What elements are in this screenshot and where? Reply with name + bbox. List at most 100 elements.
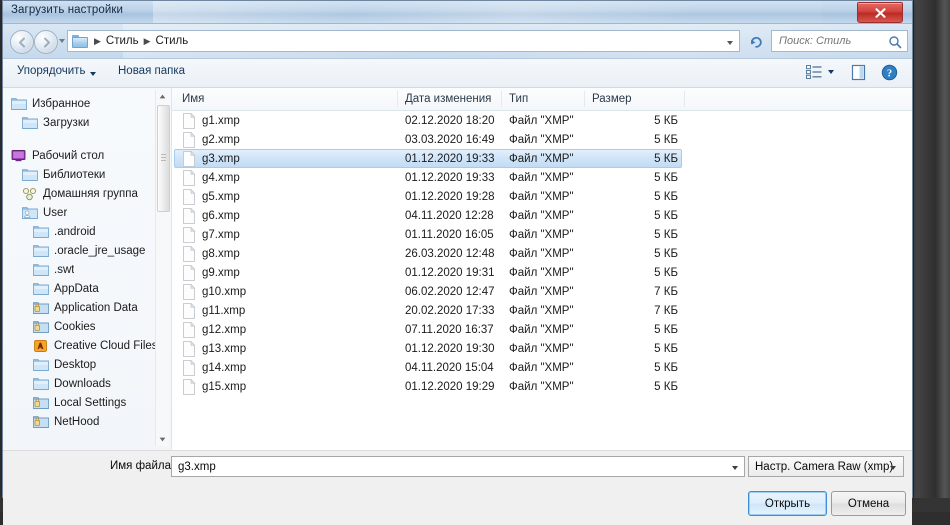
new-folder-button[interactable]: Новая папка bbox=[118, 65, 185, 77]
organize-dropdown-icon[interactable] bbox=[90, 72, 96, 76]
scroll-up-arrow[interactable] bbox=[156, 90, 169, 103]
dialog-content: Избранное Загрузки Рабочий стол Библиотеки Д… bbox=[3, 88, 912, 450]
cell-name: g3.xmp bbox=[182, 150, 240, 167]
file-rows: g1.xmp 02.12.2020 18:20 Файл "XMP" 5 КБ g2.x… bbox=[172, 111, 912, 396]
filetype-select[interactable]: Настр. Camera Raw (xmp) bbox=[748, 456, 904, 477]
cell-name: g7.xmp bbox=[182, 226, 240, 243]
scroll-down-arrow[interactable] bbox=[156, 433, 169, 446]
navigation-scrollbar[interactable] bbox=[155, 90, 170, 446]
cell-type: Файл "XMP" bbox=[509, 133, 574, 146]
breadcrumb-item-1[interactable]: Стиль bbox=[154, 35, 191, 47]
table-row[interactable]: g12.xmp 07.11.2020 16:37 Файл "XMP" 5 КБ bbox=[172, 320, 912, 339]
cell-type: Файл "XMP" bbox=[509, 171, 574, 184]
cell-date: 04.11.2020 15:04 bbox=[405, 361, 494, 374]
table-row[interactable]: g2.xmp 03.03.2020 16:49 Файл "XMP" 5 КБ bbox=[172, 130, 912, 149]
sidebar-item-9[interactable]: .swt bbox=[3, 260, 171, 279]
sidebar-item-5[interactable]: Домашняя группа bbox=[3, 184, 171, 203]
table-row[interactable]: g1.xmp 02.12.2020 18:20 Файл "XMP" 5 КБ bbox=[172, 111, 912, 130]
filename-field[interactable] bbox=[171, 456, 745, 477]
breadcrumb[interactable]: ▶ Стиль ▶ Стиль bbox=[67, 30, 740, 52]
organize-button[interactable]: Упорядочить bbox=[17, 65, 85, 77]
table-row[interactable]: g10.xmp 06.02.2020 12:47 Файл "XMP" 7 КБ bbox=[172, 282, 912, 301]
sidebar-item-label: .android bbox=[54, 225, 96, 238]
sidebar-item-10[interactable]: AppData bbox=[3, 279, 171, 298]
cell-type: Файл "XMP" bbox=[509, 285, 574, 298]
table-row[interactable]: g6.xmp 04.11.2020 12:28 Файл "XMP" 5 КБ bbox=[172, 206, 912, 225]
sidebar-item-3[interactable]: Рабочий стол bbox=[3, 146, 171, 165]
search-input[interactable] bbox=[777, 31, 893, 51]
cell-name: g8.xmp bbox=[182, 245, 240, 262]
cell-date: 01.12.2020 19:33 bbox=[405, 171, 495, 184]
view-mode-button[interactable] bbox=[806, 64, 834, 80]
column-header-size[interactable]: Размер bbox=[592, 93, 632, 105]
sidebar-item-6[interactable]: User bbox=[3, 203, 171, 222]
help-button[interactable]: ? bbox=[881, 64, 898, 86]
cell-size: 5 КБ bbox=[654, 247, 678, 260]
file-icon bbox=[182, 150, 196, 167]
view-mode-dropdown-icon[interactable] bbox=[828, 70, 834, 74]
preview-pane-button[interactable] bbox=[850, 64, 867, 86]
cell-type: Файл "XMP" bbox=[509, 152, 574, 165]
back-button[interactable] bbox=[10, 30, 34, 54]
file-name-text: g2.xmp bbox=[202, 133, 240, 146]
sidebar-item-13[interactable]: Creative Cloud Files bbox=[3, 336, 171, 355]
table-row[interactable]: g9.xmp 01.12.2020 19:31 Файл "XMP" 5 КБ bbox=[172, 263, 912, 282]
sidebar-item-0[interactable]: Избранное bbox=[3, 94, 171, 113]
close-button[interactable] bbox=[857, 2, 903, 23]
table-row[interactable]: g8.xmp 26.03.2020 12:48 Файл "XMP" 5 КБ bbox=[172, 244, 912, 263]
table-row[interactable]: g3.xmp 01.12.2020 19:33 Файл "XMP" 5 КБ bbox=[172, 149, 912, 168]
cell-size: 5 КБ bbox=[654, 342, 678, 355]
table-row[interactable]: g7.xmp 01.11.2020 16:05 Файл "XMP" 5 КБ bbox=[172, 225, 912, 244]
column-header-name[interactable]: Имя bbox=[182, 93, 204, 105]
sidebar-item-label: Desktop bbox=[54, 358, 97, 371]
cell-type: Файл "XMP" bbox=[509, 247, 574, 260]
cell-name: g12.xmp bbox=[182, 321, 246, 338]
table-row[interactable]: g11.xmp 20.02.2020 17:33 Файл "XMP" 7 КБ bbox=[172, 301, 912, 320]
cell-name: g4.xmp bbox=[182, 169, 240, 186]
cell-size: 5 КБ bbox=[654, 114, 678, 127]
filename-input[interactable] bbox=[176, 459, 728, 474]
sidebar-item-12[interactable]: Cookies bbox=[3, 317, 171, 336]
table-row[interactable]: g14.xmp 04.11.2020 15:04 Файл "XMP" 5 КБ bbox=[172, 358, 912, 377]
user-folder-icon bbox=[22, 206, 38, 220]
forward-button[interactable] bbox=[34, 30, 58, 54]
sidebar-item-4[interactable]: Библиотеки bbox=[3, 165, 171, 184]
table-row[interactable]: g13.xmp 01.12.2020 19:30 Файл "XMP" 5 КБ bbox=[172, 339, 912, 358]
search-box[interactable] bbox=[771, 30, 908, 52]
folder-icon bbox=[22, 116, 38, 130]
navigation-scrollbar-thumb[interactable] bbox=[157, 105, 170, 212]
file-name-text: g1.xmp bbox=[202, 114, 240, 127]
sidebar-item-label: Домашняя группа bbox=[43, 187, 138, 200]
open-button[interactable]: Открыть bbox=[748, 491, 827, 516]
sidebar-item-label: User bbox=[43, 206, 68, 219]
sidebar-item-1[interactable]: Загрузки bbox=[3, 113, 171, 132]
column-header-date[interactable]: Дата изменения bbox=[405, 93, 491, 105]
breadcrumb-dropdown-icon[interactable] bbox=[727, 41, 733, 45]
sidebar-item-14[interactable]: Desktop bbox=[3, 355, 171, 374]
preview-pane-icon bbox=[851, 64, 866, 81]
breadcrumb-item-0[interactable]: Стиль bbox=[104, 35, 141, 47]
sidebar-item-7[interactable]: .android bbox=[3, 222, 171, 241]
file-name-text: g10.xmp bbox=[202, 285, 247, 298]
file-icon bbox=[182, 321, 196, 338]
filename-dropdown-icon[interactable] bbox=[732, 466, 738, 470]
sidebar-item-label: Библиотеки bbox=[43, 168, 106, 181]
cancel-button[interactable]: Отмена bbox=[831, 491, 906, 516]
sidebar-item-label: Creative Cloud Files bbox=[54, 339, 158, 352]
recent-locations-dropdown-icon[interactable] bbox=[59, 39, 65, 43]
folder-icon bbox=[33, 377, 49, 391]
refresh-button[interactable] bbox=[747, 32, 765, 50]
table-row[interactable]: g15.xmp 01.12.2020 19:29 Файл "XMP" 5 КБ bbox=[172, 377, 912, 396]
file-icon bbox=[182, 245, 196, 262]
folder-icon bbox=[33, 244, 49, 258]
table-row[interactable]: g4.xmp 01.12.2020 19:33 Файл "XMP" 5 КБ bbox=[172, 168, 912, 187]
table-row[interactable]: g5.xmp 01.12.2020 19:28 Файл "XMP" 5 КБ bbox=[172, 187, 912, 206]
sidebar-item-16[interactable]: Local Settings bbox=[3, 393, 171, 412]
sidebar-item-15[interactable]: Downloads bbox=[3, 374, 171, 393]
sidebar-item-17[interactable]: NetHood bbox=[3, 412, 171, 431]
column-header-type[interactable]: Тип bbox=[509, 93, 528, 105]
folder-icon bbox=[33, 225, 49, 239]
folder-icon bbox=[72, 34, 88, 48]
sidebar-item-11[interactable]: Application Data bbox=[3, 298, 171, 317]
sidebar-item-8[interactable]: .oracle_jre_usage bbox=[3, 241, 171, 260]
